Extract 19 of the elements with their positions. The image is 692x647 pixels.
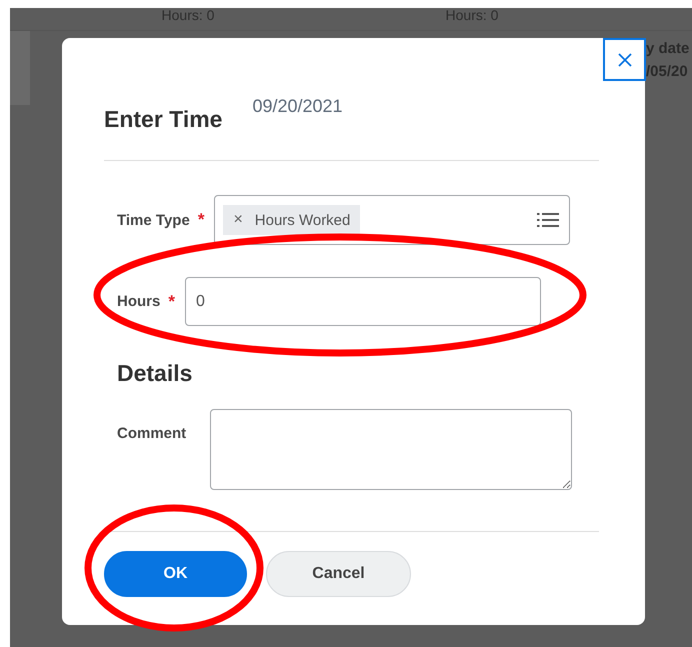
comment-field[interactable] [210,409,572,490]
field-label: Comment [117,425,186,442]
hours-input[interactable]: 0 [184,277,541,326]
cancel-button[interactable]: Cancel [266,551,411,597]
selected-token[interactable]: × Hours Worked [223,205,360,235]
token-text: Hours Worked [254,212,350,228]
time-type-field[interactable]: × Hours Worked [214,195,570,245]
required-mark: * [168,292,175,312]
required-mark: * [198,210,204,230]
ok-button[interactable]: OK [104,551,247,597]
date-text: 09/20/2021 [252,96,343,117]
field-label: Time Type [117,212,190,228]
close-icon [616,52,632,68]
close-button[interactable] [603,38,646,81]
remove-token-button[interactable]: × [233,211,243,229]
list-icon[interactable] [537,212,560,228]
dialog-title: Enter Time [104,106,222,133]
section-heading: Details [117,360,194,387]
field-label: Hours [117,293,160,310]
